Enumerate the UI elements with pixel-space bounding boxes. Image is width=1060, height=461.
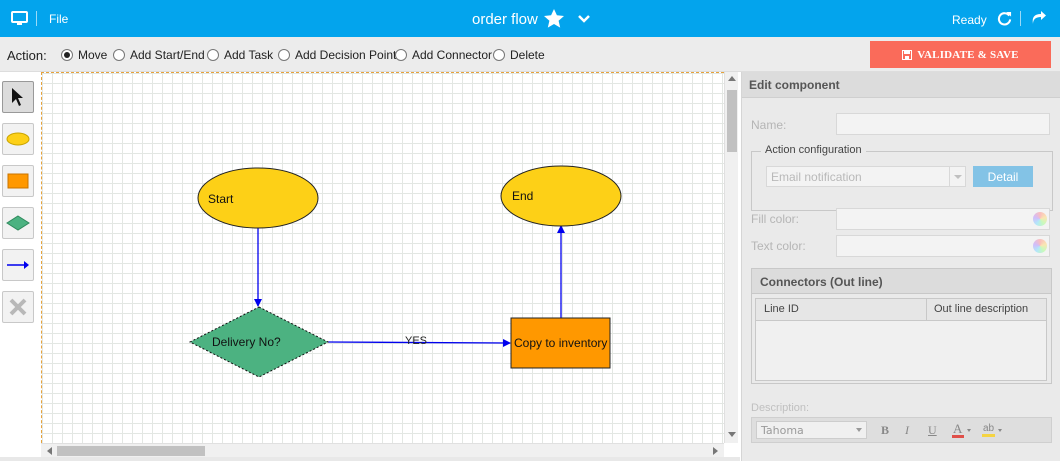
action-configuration-group: Action configuration Email notification … [751,144,1053,211]
toolbox [0,72,40,461]
diagram-canvas[interactable]: YES Start End Delivery No? Copy to inven… [41,72,724,443]
pointer-tool[interactable] [2,81,34,113]
validate-save-button[interactable]: VALIDATE & SAVE [870,41,1051,68]
page-title: order flow [472,11,538,28]
column-divider [926,299,927,321]
action-label: Action: [7,48,47,63]
editor-toolbar: Tahoma B I U A ab [751,417,1052,443]
horizontal-scrollbar[interactable] [41,443,724,457]
monitor-icon[interactable] [11,11,28,29]
radio-add-start-end[interactable]: Add Start/End [113,48,205,62]
rectangle-tool[interactable] [2,165,34,197]
name-label: Name: [751,118,787,132]
ellipse-icon [6,132,30,146]
ellipse-tool[interactable] [2,123,34,155]
panel-title: Edit component [742,72,1060,98]
file-menu[interactable]: File [49,12,68,26]
diamond-icon [6,215,30,231]
panel-footer [742,446,1060,461]
diamond-tool[interactable] [2,207,34,239]
end-node-label: End [512,189,533,203]
scroll-right-icon[interactable] [713,447,718,455]
radio-label: Move [78,48,108,62]
scroll-thumb[interactable] [727,90,737,152]
svg-text:A: A [953,421,963,436]
table-header: Line ID Out line description [756,299,1046,321]
radio-dot[interactable] [395,49,407,61]
font-select[interactable]: Tahoma [756,421,867,439]
radio-add-connector[interactable]: Add Connector [395,48,492,62]
radio-move[interactable]: Move [61,48,107,62]
divider [1020,11,1021,26]
radio-label: Delete [510,48,545,62]
rectangle-icon [7,173,29,189]
radio-dot[interactable] [113,49,125,61]
bottom-strip [0,457,740,461]
action-select-value: Email notification [771,170,862,184]
radio-label: Add Connector [412,48,493,62]
fill-color-label: Fill color: [751,212,800,226]
connectors-table: Line ID Out line description [755,298,1047,381]
radio-label: Add Task [224,48,274,62]
edge-label-yes: YES [405,335,427,347]
color-picker-icon[interactable] [1033,212,1047,226]
radio-dot[interactable] [278,49,290,61]
radio-delete[interactable]: Delete [493,48,545,62]
radio-label: Add Decision Point [295,48,397,62]
scroll-up-icon[interactable] [728,76,736,81]
highlight-color-icon[interactable]: ab [982,421,1006,442]
pointer-icon [12,88,23,106]
delete-tool[interactable] [2,291,34,323]
description-label: Description: [751,402,810,414]
scroll-thumb[interactable] [57,446,205,456]
radio-add-decision-point[interactable]: Add Decision Point [278,48,396,62]
star-icon[interactable] [544,9,564,31]
refresh-icon[interactable] [997,11,1012,29]
decision-node-label: Delivery No? [212,335,281,349]
divider [36,11,37,26]
underline-button[interactable]: U [928,423,937,438]
radio-dot[interactable] [207,49,219,61]
task-node-label: Copy to inventory [514,336,607,350]
detail-button[interactable]: Detail [973,166,1033,187]
radio-dot[interactable] [493,49,505,61]
text-color-label: Text color: [751,239,806,253]
share-icon[interactable] [1031,11,1047,28]
connector-arrow-icon [7,261,29,269]
vertical-scrollbar[interactable] [724,72,738,443]
scroll-down-icon[interactable] [728,432,736,437]
italic-button[interactable]: I [905,423,909,438]
fill-color-input[interactable] [836,208,1050,230]
connectors-group: Connectors (Out line) Line ID Out line d… [751,268,1052,384]
text-color-input[interactable] [836,235,1050,257]
top-bar: File order flow Ready [0,0,1060,37]
connectors-title: Connectors (Out line) [752,269,1051,294]
chevron-down-icon[interactable] [949,167,965,186]
radio-label: Add Start/End [130,48,205,62]
column-header-out-line-description[interactable]: Out line description [934,303,1028,315]
validate-save-label: VALIDATE & SAVE [917,48,1019,61]
save-icon [902,49,913,60]
svg-text:ab: ab [983,423,995,434]
chevron-down-icon[interactable] [577,13,591,27]
radio-add-task[interactable]: Add Task [207,48,273,62]
column-header-line-id[interactable]: Line ID [764,303,799,315]
bold-button[interactable]: B [881,423,889,438]
action-bar: Action: Move Add Start/End Add Task Add … [0,37,1060,72]
edit-component-panel: Edit component Name: Action configuratio… [741,72,1060,461]
action-config-legend: Action configuration [761,144,866,156]
color-picker-icon[interactable] [1033,239,1047,253]
scroll-left-icon[interactable] [47,447,52,455]
diagram-svg: YES Start End Delivery No? Copy to inven… [188,165,622,378]
connector-tool[interactable] [2,249,34,281]
text-color-icon[interactable]: A [952,421,974,442]
start-node-label: Start [208,192,234,206]
delete-x-icon [9,298,27,316]
name-input[interactable] [836,113,1050,135]
action-select[interactable]: Email notification [766,166,966,187]
radio-dot[interactable] [61,49,73,61]
status-text: Ready [952,13,987,27]
